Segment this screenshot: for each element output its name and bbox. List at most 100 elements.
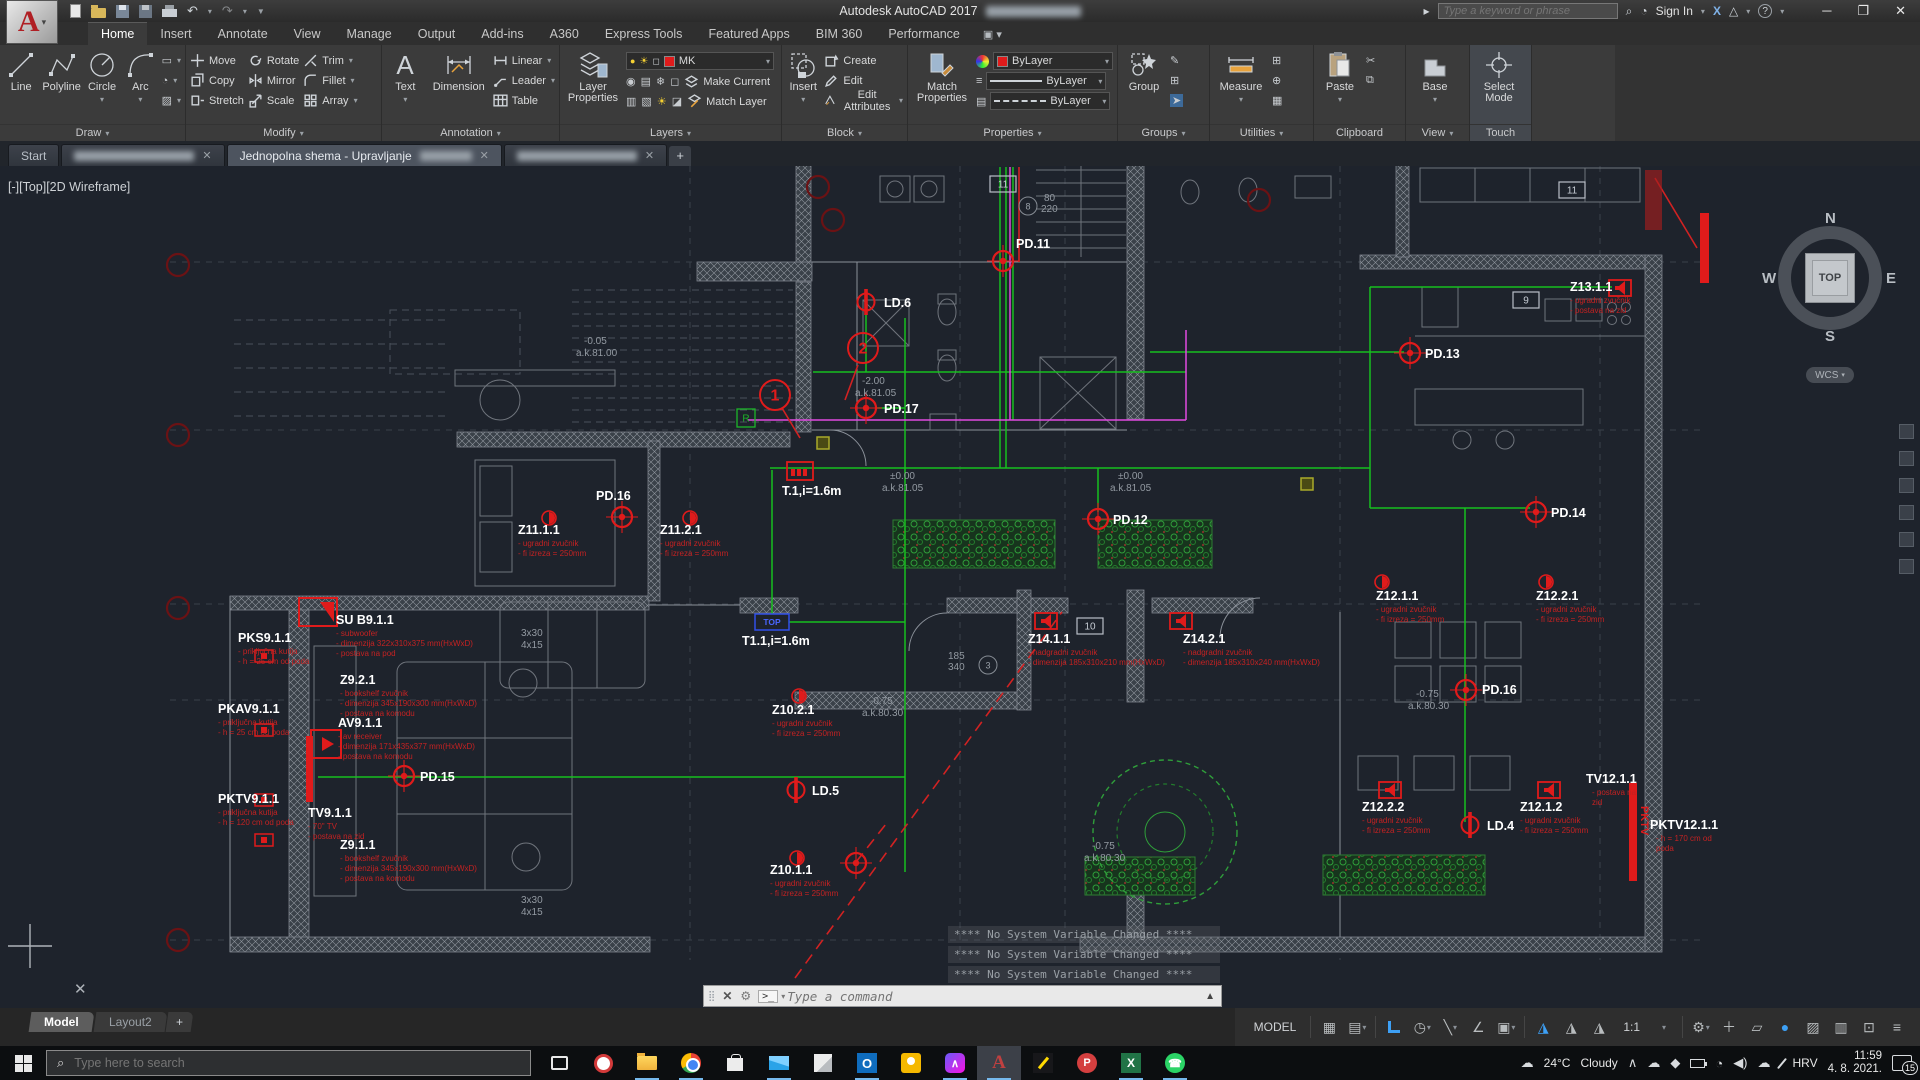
snap-mode-toggle[interactable]: ▤▾ bbox=[1344, 1014, 1370, 1040]
make-current-button[interactable]: Make Current bbox=[684, 74, 770, 89]
ribbon-tab-add-ins[interactable]: Add-ins bbox=[468, 23, 536, 45]
select-mode-button[interactable]: Select Mode bbox=[1474, 48, 1524, 124]
annotation-visibility-toggle[interactable]: ◮ bbox=[1530, 1014, 1556, 1040]
command-input[interactable] bbox=[785, 988, 1199, 1005]
help-search-input[interactable] bbox=[1438, 3, 1618, 19]
taskbar-app-excel[interactable]: X bbox=[1109, 1046, 1153, 1080]
help-icon[interactable]: ? bbox=[1758, 4, 1772, 18]
clean-screen-toggle[interactable]: ⊡ bbox=[1856, 1014, 1882, 1040]
isolate-objects-toggle[interactable]: ▱ bbox=[1744, 1014, 1770, 1040]
tab-close-icon[interactable]: ✕ bbox=[480, 149, 489, 162]
layer-select-combo[interactable]: ● ☀ ◻ MK ▾ bbox=[626, 52, 774, 70]
minimize-button[interactable]: ─ bbox=[1822, 3, 1831, 19]
layer-unisolate-icon[interactable]: ▥ bbox=[626, 95, 636, 108]
taskbar-app-chrome[interactable] bbox=[669, 1046, 713, 1080]
ribbon-tab-manage[interactable]: Manage bbox=[334, 23, 405, 45]
workspace-switching[interactable]: ⚙▾ bbox=[1688, 1014, 1714, 1040]
undo-dropdown-icon[interactable]: ▾ bbox=[208, 7, 212, 16]
groups-panel-footer[interactable]: Groups▾ bbox=[1118, 124, 1209, 141]
palette-button[interactable] bbox=[1899, 424, 1914, 439]
ribbon-tab-bim-360[interactable]: BIM 360 bbox=[803, 23, 876, 45]
palette-button[interactable] bbox=[1899, 478, 1914, 493]
taskbar-app-microsoft-store[interactable] bbox=[713, 1046, 757, 1080]
lineweight-combo[interactable]: ByLayer▾ bbox=[986, 72, 1106, 90]
viewport-controls[interactable]: [-][Top][2D Wireframe] bbox=[8, 180, 130, 194]
stretch-tool-button[interactable]: Stretch bbox=[190, 93, 244, 108]
volume-icon[interactable]: ◀) bbox=[1733, 1055, 1747, 1071]
file-tab-redacted[interactable]: ✕ bbox=[61, 144, 224, 166]
ribbon-tab-express-tools[interactable]: Express Tools bbox=[592, 23, 696, 45]
circle-tool-button[interactable]: Circle▾ bbox=[85, 48, 119, 124]
polar-tracking-toggle[interactable]: ◷▾ bbox=[1409, 1014, 1435, 1040]
taskbar-app-file-explorer[interactable] bbox=[625, 1046, 669, 1080]
cloud-upload-icon[interactable]: ☁ bbox=[1758, 1055, 1771, 1071]
array-tool-button[interactable]: Array bbox=[303, 93, 348, 108]
signin-button[interactable]: Sign In bbox=[1656, 4, 1693, 18]
annotation-autoscale-toggle[interactable]: ◮ bbox=[1558, 1014, 1584, 1040]
layer-lock-icon[interactable]: ◻ bbox=[670, 75, 679, 88]
annotation-scale-value[interactable]: 1:1 bbox=[1614, 1019, 1649, 1035]
tab-close-icon[interactable]: ✕ bbox=[202, 149, 211, 162]
taskbar-app-autocad[interactable]: A bbox=[977, 1046, 1021, 1080]
measure-button[interactable]: Measure▾ bbox=[1214, 48, 1268, 124]
weather-cloud-icon[interactable]: ☁ bbox=[1521, 1055, 1534, 1071]
trim-dropdown-icon[interactable]: ▾ bbox=[349, 56, 353, 65]
ortho-mode-toggle[interactable] bbox=[1381, 1014, 1407, 1040]
file-tab-drawing[interactable]: Jednopolna shema - Upravljanje✕ bbox=[227, 144, 502, 166]
plot-icon[interactable] bbox=[162, 9, 177, 17]
taskbar-search-input[interactable] bbox=[72, 1055, 520, 1071]
taskbar-app-screenshot-tool[interactable] bbox=[581, 1046, 625, 1080]
hardware-acceleration-toggle[interactable]: ● bbox=[1772, 1014, 1798, 1040]
crosshair-tuning[interactable]: ＋ bbox=[1716, 1014, 1742, 1040]
command-history-toggle-icon[interactable]: ▲ bbox=[1199, 991, 1221, 1002]
a360-dropdown-icon[interactable]: ▾ bbox=[1746, 7, 1750, 16]
ribbon-tab-home[interactable]: Home bbox=[88, 22, 147, 45]
copy-clip-icon[interactable]: ⧉ bbox=[1366, 74, 1374, 87]
object-snap-tracking-toggle[interactable]: ∠ bbox=[1465, 1014, 1491, 1040]
tray-expand-icon[interactable]: ∧ bbox=[1628, 1055, 1638, 1071]
wifi-icon[interactable]: ◔ bbox=[1715, 1056, 1723, 1071]
taskbar-app-clickup[interactable]: ∧ bbox=[933, 1046, 977, 1080]
taskbar-app-sticky-notes[interactable] bbox=[889, 1046, 933, 1080]
autocad-app-menu-button[interactable]: A▾ bbox=[6, 0, 58, 44]
properties-panel-footer[interactable]: Properties▾ bbox=[908, 124, 1117, 141]
search-expand-icon[interactable]: ▸ bbox=[1424, 4, 1430, 18]
model-space-toggle[interactable]: MODEL bbox=[1245, 1019, 1306, 1035]
taskbar-app-onenote[interactable] bbox=[801, 1046, 845, 1080]
compass-east[interactable]: E bbox=[1886, 270, 1896, 287]
clock[interactable]: 11:59 4. 8. 2021. bbox=[1828, 1050, 1882, 1076]
save-as-icon[interactable] bbox=[139, 5, 152, 18]
binoculars-search-icon[interactable]: ⌕ bbox=[1626, 4, 1633, 19]
drawing-canvas[interactable]: [-][Top][2D Wireframe] bbox=[0, 166, 1920, 1008]
grid-display-toggle[interactable]: ▦ bbox=[1316, 1014, 1342, 1040]
group-button[interactable]: Group bbox=[1122, 48, 1166, 124]
dimension-tool-button[interactable]: Dimension bbox=[429, 48, 489, 124]
ribbon-tab-a360[interactable]: A360 bbox=[537, 23, 592, 45]
layer-off-icon[interactable]: ◉ bbox=[626, 75, 636, 88]
ribbon-tab-insert[interactable]: Insert bbox=[147, 23, 204, 45]
block-panel-footer[interactable]: Block▾ bbox=[782, 124, 907, 141]
ribbon-tab-output[interactable]: Output bbox=[405, 23, 469, 45]
hatch-tool-icon[interactable]: ▨ bbox=[162, 94, 172, 107]
rotate-tool-button[interactable]: Rotate bbox=[248, 53, 299, 68]
command-line-bar[interactable]: ⣿ ✕ ⚙ >_▾ ▲ bbox=[703, 985, 1222, 1007]
command-bar-grip[interactable]: ⣿ bbox=[704, 991, 718, 1002]
modify-panel-footer[interactable]: Modify▾ bbox=[186, 124, 381, 141]
layout-tab-layout2[interactable]: Layout2 bbox=[93, 1012, 167, 1032]
fillet-tool-button[interactable]: Fillet bbox=[303, 73, 345, 88]
new-layout-tab-button[interactable]: + bbox=[166, 1012, 194, 1032]
paste-button[interactable]: Paste▾ bbox=[1318, 48, 1362, 124]
tab-close-icon[interactable]: ✕ bbox=[645, 149, 654, 162]
palette-button[interactable] bbox=[1899, 532, 1914, 547]
edit-attributes-button[interactable]: Edit Attributes bbox=[824, 89, 894, 113]
base-view-button[interactable]: Base▾ bbox=[1410, 48, 1460, 124]
notification-center-icon[interactable]: 15 bbox=[1892, 1055, 1912, 1071]
view-panel-footer[interactable]: View▾ bbox=[1406, 124, 1469, 141]
layer-isolate-icon[interactable]: ▤ bbox=[641, 75, 651, 88]
compass-west[interactable]: W bbox=[1762, 270, 1776, 287]
annotation-scale-icon[interactable]: ◮ bbox=[1586, 1014, 1612, 1040]
taskbar-app-task-view[interactable] bbox=[537, 1046, 581, 1080]
help-dropdown-icon[interactable]: ▾ bbox=[1780, 7, 1784, 16]
command-bar-close-icon[interactable]: ✕ bbox=[718, 989, 736, 1003]
insert-block-button[interactable]: Insert▾ bbox=[786, 48, 820, 124]
